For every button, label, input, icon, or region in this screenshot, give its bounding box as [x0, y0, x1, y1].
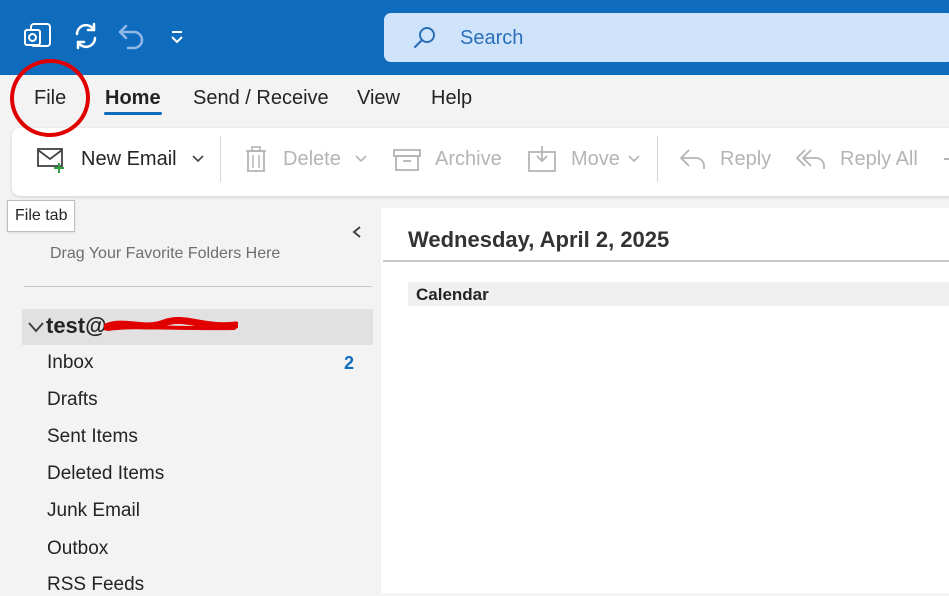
menu-bar: File Home Send / Receive View Help [0, 75, 949, 123]
reply-all-button[interactable]: Reply All [796, 128, 936, 190]
tab-home[interactable]: Home [105, 87, 161, 110]
reply-all-icon [796, 144, 826, 174]
active-tab-indicator [104, 112, 162, 115]
search-icon [412, 25, 438, 51]
collapse-pane-icon[interactable] [350, 225, 364, 239]
calendar-section-label: Calendar [416, 285, 489, 304]
main-pane [381, 208, 949, 593]
pane-divider [24, 286, 372, 287]
new-email-button[interactable]: New Email [36, 128, 208, 190]
customize-toolbar-icon[interactable] [164, 20, 196, 52]
archive-label: Archive [435, 148, 502, 170]
tab-send-receive[interactable]: Send / Receive [193, 87, 329, 110]
delete-button[interactable]: Delete [242, 128, 370, 190]
folder-drafts[interactable]: Drafts [47, 389, 98, 411]
ribbon-separator [220, 136, 221, 182]
chevron-down-icon[interactable] [28, 320, 44, 334]
new-email-icon [36, 144, 66, 174]
tab-view[interactable]: View [357, 87, 400, 110]
archive-button[interactable]: Archive [392, 128, 502, 190]
tab-help[interactable]: Help [431, 87, 472, 110]
favorites-hint: Drag Your Favorite Folders Here [50, 245, 281, 262]
calendar-section-bar [408, 282, 949, 306]
ribbon-separator [657, 136, 658, 182]
chevron-down-icon [355, 154, 367, 164]
archive-icon [392, 144, 422, 174]
folder-junk-email[interactable]: Junk Email [47, 500, 140, 522]
search-placeholder: Search [460, 27, 524, 49]
folder-outbox[interactable]: Outbox [47, 538, 108, 560]
new-email-label: New Email [81, 148, 177, 170]
sync-icon[interactable] [70, 20, 102, 52]
redaction-scribble [104, 315, 238, 335]
reply-all-label: Reply All [840, 148, 918, 170]
undo-icon[interactable] [116, 20, 148, 52]
reply-icon [678, 144, 708, 174]
title-bar: Search [0, 0, 949, 75]
file-tab-tooltip: File tab [7, 200, 76, 232]
folder-deleted-items[interactable]: Deleted Items [47, 463, 164, 485]
folder-inbox[interactable]: Inbox [47, 352, 93, 374]
delete-label: Delete [283, 148, 341, 170]
trash-icon [242, 144, 272, 174]
reply-label: Reply [720, 148, 772, 170]
inbox-unread-count: 2 [344, 353, 355, 373]
folder-sent-items[interactable]: Sent Items [47, 426, 138, 448]
chevron-down-icon [628, 154, 640, 164]
forward-icon [944, 158, 949, 160]
search-box[interactable]: Search [384, 13, 949, 62]
move-label: Move [571, 148, 620, 170]
date-header: Wednesday, April 2, 2025 [408, 227, 670, 252]
date-divider [383, 260, 949, 262]
account-name: test@ [46, 313, 107, 338]
ribbon: New Email Delete Archive Move Reply Repl… [12, 128, 949, 196]
outlook-logo-icon [22, 20, 54, 52]
reply-button[interactable]: Reply [678, 128, 778, 190]
chevron-down-icon[interactable] [192, 154, 204, 164]
move-to-folder-icon [527, 144, 557, 174]
move-button[interactable]: Move [527, 128, 647, 190]
